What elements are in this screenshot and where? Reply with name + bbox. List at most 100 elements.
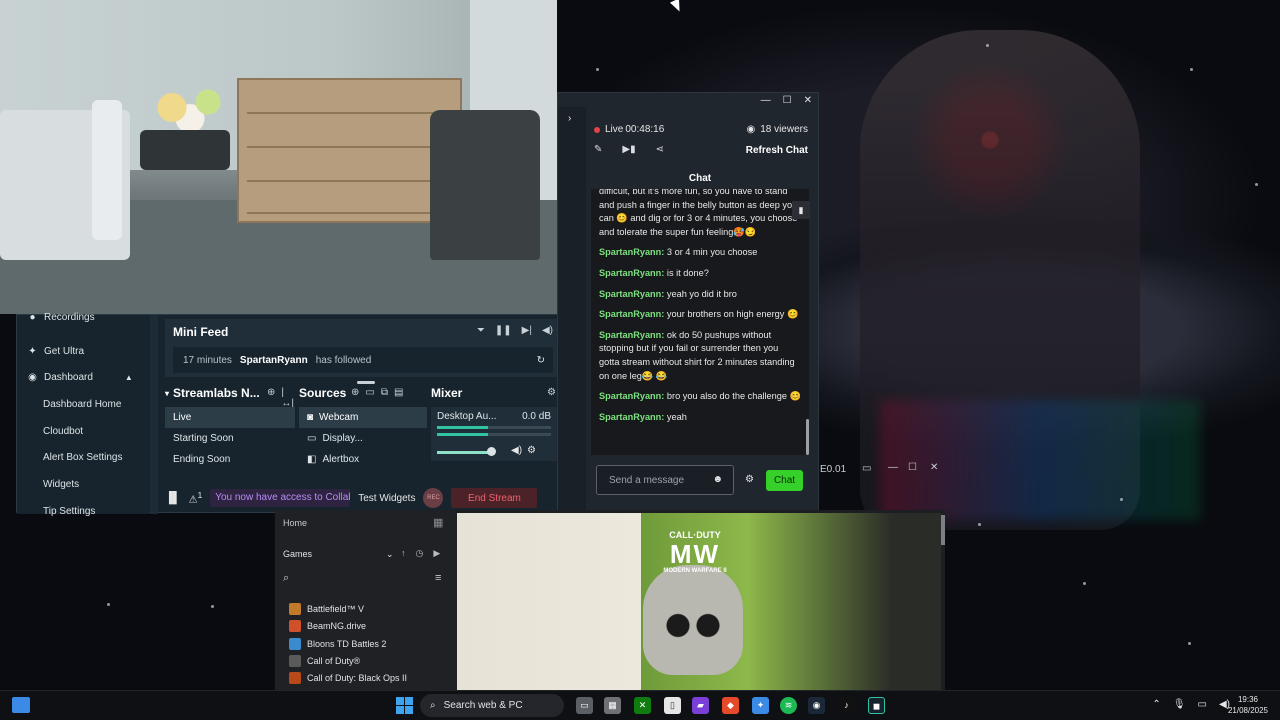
clock-icon[interactable]: ◷: [416, 548, 424, 559]
spotify-icon[interactable]: ≋: [780, 697, 797, 714]
game-item[interactable]: BeamNG.drive: [289, 620, 366, 632]
folder-add-icon[interactable]: ▤: [394, 387, 403, 398]
scene-item[interactable]: Ending Soon: [165, 449, 295, 470]
add-scene-icon[interactable]: ⊕: [267, 387, 275, 409]
record-button[interactable]: REC: [423, 488, 444, 508]
play-icon[interactable]: ▶: [433, 548, 440, 559]
copilot-icon[interactable]: ✦: [752, 697, 769, 714]
minimize-icon[interactable]: —: [888, 462, 898, 473]
clipchamp-icon[interactable]: ▰: [692, 697, 709, 714]
widgets-icon[interactable]: [12, 697, 30, 713]
skip-icon[interactable]: ▶|: [522, 325, 532, 336]
start-button[interactable]: [396, 697, 413, 714]
display-icon[interactable]: ▭: [862, 463, 871, 474]
store-icon[interactable]: ▦: [604, 697, 621, 714]
sidebar-item-get-ultra[interactable]: ✦ Get Ultra: [27, 343, 84, 359]
speaker-icon[interactable]: ◀): [511, 445, 522, 456]
game-item[interactable]: Bloons TD Battles 2: [289, 638, 386, 650]
taskbar-search[interactable]: ⌕ Search web & PC: [420, 694, 564, 717]
notification-icon[interactable]: ⚠1: [189, 490, 203, 505]
edit-icon[interactable]: ✎: [594, 144, 602, 155]
sidebar-item-tip-settings[interactable]: Tip Settings: [43, 503, 95, 519]
gear-icon[interactable]: ⚙: [527, 445, 536, 456]
chat-message-input[interactable]: Send a message ☻: [596, 465, 734, 495]
steam-icon[interactable]: ◉: [808, 697, 825, 714]
chevron-right-icon[interactable]: ›: [568, 113, 571, 124]
game-window-titlebar: E0.01 ▭ — ☐ ✕: [820, 460, 1220, 480]
sidebar-item-widgets[interactable]: Widgets: [43, 476, 79, 492]
live-timer: 00:48:16: [625, 124, 665, 135]
grid-icon[interactable]: ▦: [433, 516, 443, 529]
games-filter[interactable]: Games ⌄: [283, 549, 394, 560]
chat-user[interactable]: SpartanRyann:: [599, 309, 664, 319]
stats-icon[interactable]: ▐▌: [165, 492, 181, 504]
emoji-icon[interactable]: ☻: [712, 474, 723, 485]
pause-icon[interactable]: ❚❚: [495, 325, 512, 336]
sidebar-item-dashboard[interactable]: ◉ Dashboard ▲: [27, 369, 133, 385]
chat-user[interactable]: SpartanRyann:: [599, 391, 664, 401]
task-view-icon[interactable]: ▭: [576, 697, 593, 714]
chat-user[interactable]: SpartanRyann:: [599, 412, 664, 422]
chat-user[interactable]: SpartanRyann:: [599, 247, 664, 257]
test-widgets-button[interactable]: Test Widgets: [358, 493, 415, 504]
maximize-icon[interactable]: ☐: [783, 95, 792, 106]
close-icon[interactable]: ✕: [804, 95, 812, 106]
chevron-up-icon[interactable]: ⌃: [1152, 699, 1160, 710]
file-icon[interactable]: ▯: [664, 697, 681, 714]
folder-icon[interactable]: ▭: [365, 387, 374, 398]
gear-icon[interactable]: ⚙: [745, 474, 754, 485]
share-icon[interactable]: ⋖: [656, 144, 664, 155]
chat-user[interactable]: SpartanRyann:: [599, 268, 664, 278]
record-icon: ●: [29, 311, 36, 323]
camera-icon[interactable]: ▶▮: [622, 144, 635, 155]
repeat-icon[interactable]: ↻: [537, 355, 545, 366]
sidebar-scrollbar[interactable]: [150, 315, 158, 514]
game-item[interactable]: Call of Duty: Black Ops II: [289, 672, 407, 684]
chat-user[interactable]: SpartanRyann:: [599, 330, 664, 340]
game-item[interactable]: Call of Duty®: [289, 655, 360, 667]
network-icon[interactable]: ▭: [1198, 699, 1207, 710]
filter-icon[interactable]: ≡: [435, 572, 441, 584]
end-stream-button[interactable]: End Stream: [451, 488, 538, 508]
group-icon[interactable]: ⧉: [381, 387, 388, 398]
chat-send-button[interactable]: Chat: [766, 470, 803, 491]
source-item[interactable]: ▭ Display...: [299, 428, 427, 449]
chat-scrollbar[interactable]: [806, 419, 809, 455]
sort-up-icon[interactable]: ↑: [401, 548, 406, 559]
sidebar-item-alert-box-settings[interactable]: Alert Box Settings: [43, 449, 122, 465]
minimize-icon[interactable]: —: [761, 95, 771, 106]
chevron-down-icon[interactable]: ▾: [165, 389, 169, 398]
chat-user[interactable]: SpartanRyann:: [599, 289, 664, 299]
pin-icon[interactable]: ▮: [792, 201, 810, 219]
game-window-scrollbar[interactable]: [941, 515, 945, 545]
tiktok-icon[interactable]: ♪: [838, 697, 855, 714]
chat-log[interactable]: difficult, but it's more fun, so you hav…: [591, 189, 809, 455]
sidebar-item-dashboard-home[interactable]: Dashboard Home: [43, 396, 121, 412]
sidebar-item-cloudbot[interactable]: Cloudbot: [43, 423, 83, 439]
xbox-icon[interactable]: ✕: [634, 697, 651, 714]
search-icon[interactable]: ⌕: [283, 572, 289, 585]
microphone-icon[interactable]: 🎙︎: [1173, 699, 1186, 710]
streamlabs-icon[interactable]: ◼: [868, 697, 885, 714]
refresh-chat-button[interactable]: Refresh Chat: [746, 145, 808, 156]
volume-icon[interactable]: ◀): [542, 325, 553, 336]
close-icon[interactable]: ✕: [930, 462, 938, 473]
source-item[interactable]: ◧ Alertbox: [299, 449, 427, 470]
transition-icon[interactable]: |↔|: [281, 387, 295, 409]
game-item[interactable]: Battlefield™ V: [289, 603, 364, 615]
filter-icon[interactable]: ⏷: [477, 325, 485, 336]
collab-notification[interactable]: You now have access to Collab Cam: [210, 489, 351, 507]
brave-icon[interactable]: ◆: [722, 697, 739, 714]
maximize-icon[interactable]: ☐: [908, 462, 917, 473]
channel-level: 0.0 dB: [522, 411, 551, 422]
add-source-icon[interactable]: ⊕: [351, 387, 359, 398]
gear-icon[interactable]: ⚙: [547, 387, 556, 398]
scene-item[interactable]: Starting Soon: [165, 428, 295, 449]
home-link[interactable]: Home: [283, 518, 307, 528]
volume-slider[interactable]: [437, 451, 493, 454]
source-item[interactable]: ◙ Webcam: [299, 407, 427, 428]
sidebar-item-recordings[interactable]: ● Recordings: [27, 309, 94, 325]
scene-item[interactable]: Live: [165, 407, 295, 428]
volume-slider-handle[interactable]: [487, 447, 496, 456]
clock[interactable]: 19:36 21/08/2025: [1228, 694, 1268, 716]
